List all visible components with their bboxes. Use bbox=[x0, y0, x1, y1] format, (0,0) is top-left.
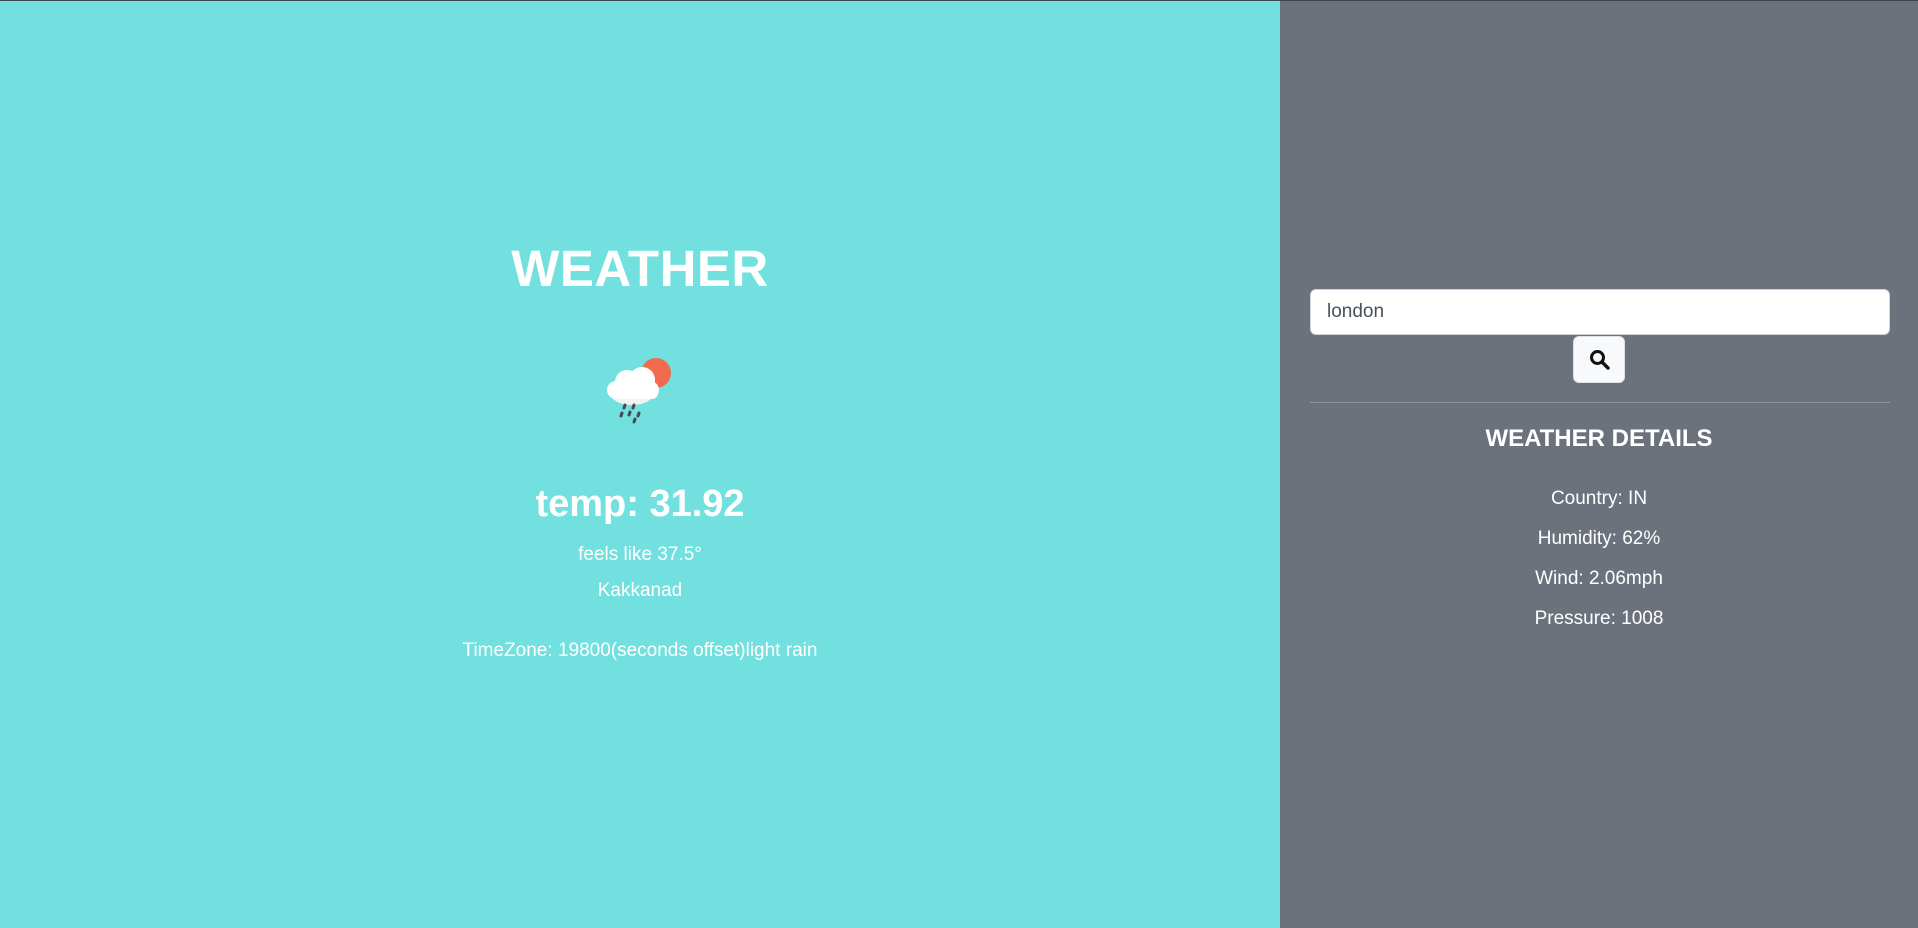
feels-like-value: 37.5° bbox=[657, 544, 702, 565]
current-weather-panel: WEATHER temp: 31.92 feels like 37.5° Kak… bbox=[0, 1, 1280, 928]
detail-value: 2.06mph bbox=[1588, 568, 1663, 589]
timezone-label: TimeZone: bbox=[462, 640, 558, 661]
search-button[interactable] bbox=[1573, 336, 1625, 383]
temperature: temp: 31.92 bbox=[0, 483, 1280, 526]
city-name: Kakkanad bbox=[597, 580, 683, 601]
detail-label: Humidity: bbox=[1537, 528, 1623, 549]
timezone-value: 19800 bbox=[557, 640, 611, 661]
sidebar: WEATHER DETAILS Country: IN Humidity: 62… bbox=[1280, 1, 1918, 928]
temperature-value: 31.92 bbox=[649, 483, 745, 525]
cloud-sun-rain-icon bbox=[607, 358, 671, 424]
detail-value: 62% bbox=[1622, 528, 1661, 549]
search-icon bbox=[1589, 350, 1610, 370]
weather-details-title: WEATHER DETAILS bbox=[1485, 425, 1713, 452]
detail-humidity: Humidity: 62% bbox=[1280, 528, 1918, 550]
divider bbox=[1310, 402, 1890, 403]
timezone-unit: (seconds offset) bbox=[610, 640, 746, 661]
detail-value: 1008 bbox=[1621, 608, 1664, 629]
timezone-description: TimeZone: 19800(seconds offset)light rai… bbox=[0, 640, 1280, 662]
weather-description: light rain bbox=[745, 640, 818, 661]
feels-like-label: feels like bbox=[578, 544, 658, 565]
detail-label: Country: bbox=[1550, 488, 1629, 509]
detail-label: Pressure: bbox=[1534, 608, 1622, 629]
detail-wind: Wind: 2.06mph bbox=[1280, 568, 1918, 590]
feels-like: feels like 37.5° bbox=[0, 544, 1280, 566]
detail-label: Wind: bbox=[1535, 568, 1589, 589]
weather-app: WEATHER temp: 31.92 feels like 37.5° Kak… bbox=[0, 0, 1918, 928]
temperature-label: temp: bbox=[535, 483, 650, 525]
detail-pressure: Pressure: 1008 bbox=[1280, 608, 1918, 630]
search-input[interactable] bbox=[1310, 289, 1890, 335]
page-title: WEATHER bbox=[511, 240, 769, 297]
detail-value: IN bbox=[1628, 488, 1648, 509]
detail-country: Country: IN bbox=[1280, 488, 1918, 510]
